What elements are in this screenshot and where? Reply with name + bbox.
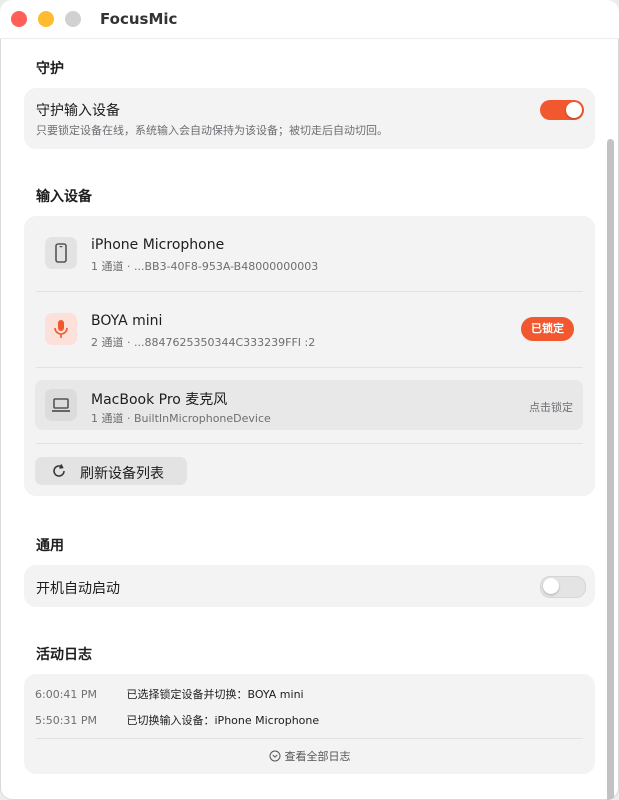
section-title-devices: 输入设备 [36, 189, 92, 205]
device-name: iPhone Microphone [91, 237, 225, 253]
divider [36, 443, 583, 444]
refresh-devices-button[interactable]: 刷新设备列表 [35, 457, 187, 485]
device-item-iphone[interactable]: iPhone Microphone 1 通道 · ...BB3-40F8-953… [24, 216, 595, 290]
locked-badge: 已锁定 [521, 317, 574, 341]
guard-card: 守护输入设备 只要锁定设备在线，系统输入会自动保持为该设备；被切走后自动切回。 [24, 88, 595, 149]
device-detail: 1 通道 · BuiltInMicrophoneDevice [91, 412, 271, 425]
app-window: FocusMic 守护 守护输入设备 只要锁定设备在线，系统输入会自动保持为该设… [0, 0, 619, 800]
device-item-macbook[interactable]: MacBook Pro 麦克风 1 通道 · BuiltInMicrophone… [35, 380, 583, 430]
log-card: 6:00:41 PM 已选择锁定设备并切换：BOYA mini 5:50:31 … [24, 674, 595, 774]
main-content: 守护 守护输入设备 只要锁定设备在线，系统输入会自动保持为该设备；被切走后自动切… [0, 39, 619, 800]
guard-input-title: 守护输入设备 [36, 103, 120, 119]
guard-input-description: 只要锁定设备在线，系统输入会自动保持为该设备；被切走后自动切回。 [36, 124, 388, 137]
divider [36, 367, 583, 368]
divider [36, 738, 583, 739]
laptop-icon [45, 389, 77, 421]
general-card: 开机自动启动 [24, 565, 595, 607]
section-title-guard: 守护 [36, 61, 64, 77]
title-bar: FocusMic [0, 0, 619, 39]
click-to-lock-button[interactable]: 点击锁定 [529, 399, 573, 415]
log-text: 已切换输入设备：iPhone Microphone [126, 714, 320, 727]
mic-icon [45, 313, 77, 345]
autostart-toggle[interactable] [540, 576, 586, 598]
device-name: MacBook Pro 麦克风 [91, 392, 228, 408]
device-item-boya[interactable]: BOYA mini 2 通道 · ...884762535034​4C33323… [24, 292, 595, 366]
toggle-knob [566, 102, 582, 118]
section-title-log: 活动日志 [36, 647, 92, 663]
autostart-label: 开机自动启动 [36, 581, 120, 597]
device-detail: 2 通道 · ...884762535034​4C333239FFI :2 [91, 336, 316, 349]
log-entry: 6:00:41 PM 已选择锁定设备并切换：BOYA mini [35, 686, 304, 702]
devices-card: iPhone Microphone 1 通道 · ...BB3-40F8-953… [24, 216, 595, 496]
view-all-logs-button[interactable]: 查看全部日志 [24, 748, 595, 764]
device-detail: 1 通道 · ...BB3-40F8-953A-B48000000003 [91, 260, 319, 273]
guard-input-toggle[interactable] [540, 100, 584, 120]
chevron-down-circle-icon [269, 750, 281, 762]
scrollbar[interactable] [607, 139, 614, 800]
phone-icon [45, 237, 77, 269]
minimize-window-button[interactable] [38, 11, 54, 27]
log-text: 已选择锁定设备并切换：BOYA mini [126, 688, 304, 701]
zoom-window-button[interactable] [65, 11, 81, 27]
refresh-button-label: 刷新设备列表 [80, 466, 164, 482]
toggle-knob [543, 578, 559, 594]
log-time: 6:00:41 PM [35, 688, 98, 701]
close-window-button[interactable] [11, 11, 27, 27]
log-entry: 5:50:31 PM 已切换输入设备：iPhone Microphone [35, 712, 319, 728]
log-time: 5:50:31 PM [35, 714, 98, 727]
refresh-icon [51, 463, 67, 479]
app-title: FocusMic [100, 10, 178, 28]
section-title-general: 通用 [36, 538, 64, 554]
device-name: BOYA mini [91, 313, 163, 329]
view-all-logs-label: 查看全部日志 [284, 750, 351, 763]
